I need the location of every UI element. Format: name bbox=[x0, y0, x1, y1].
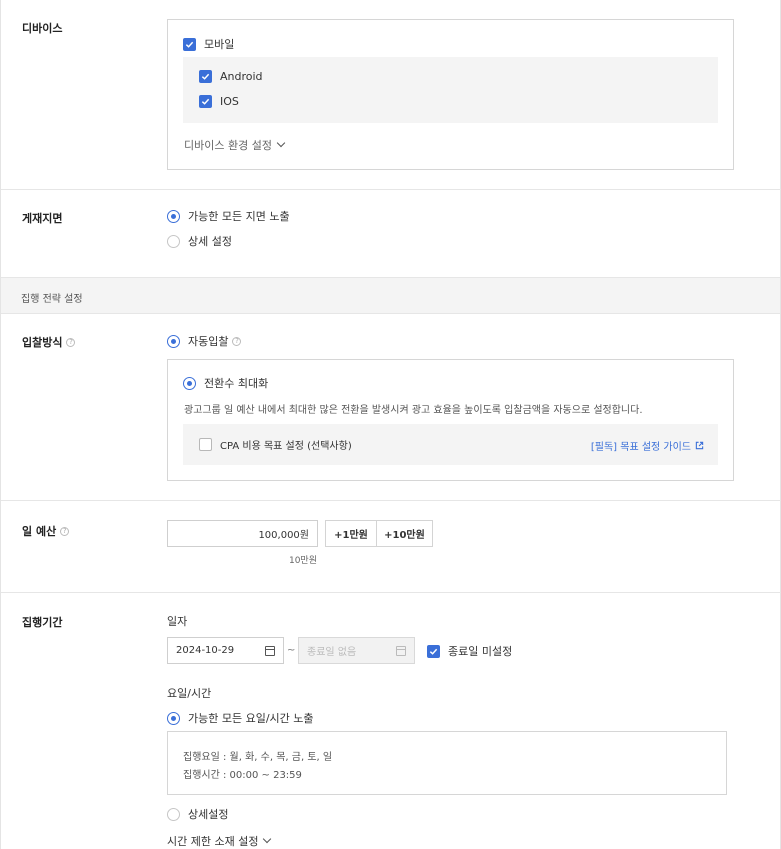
plus-10k-button[interactable]: +1만원 bbox=[325, 520, 377, 547]
checkbox-empty-icon bbox=[199, 438, 212, 451]
os-options: Android IOS bbox=[183, 57, 718, 123]
maximize-label: 전환수 최대화 bbox=[204, 377, 269, 390]
ios-label: IOS bbox=[220, 95, 239, 108]
radio-unselected-icon bbox=[167, 234, 180, 248]
mobile-label: 모바일 bbox=[204, 38, 235, 51]
bidding-description: 광고그룹 일 예산 내에서 최대한 많은 전환을 발생시켜 광고 효율을 높이도… bbox=[184, 405, 643, 416]
budget-input[interactable]: 100,000원 bbox=[167, 520, 318, 547]
radio-selected-icon bbox=[167, 711, 180, 725]
cpa-checkbox[interactable]: CPA 비용 목표 설정 (선택사항) bbox=[199, 437, 352, 452]
android-checkbox[interactable]: Android bbox=[199, 70, 263, 83]
radio-selected-icon bbox=[167, 334, 180, 348]
schedule-summary-box: 집행요일 : 월, 화, 수, 목, 금, 토, 일 집행시간 : 00:00 … bbox=[167, 731, 727, 795]
calendar-icon[interactable] bbox=[265, 646, 275, 656]
date-separator: ~ bbox=[287, 645, 296, 656]
android-label: Android bbox=[220, 70, 263, 83]
strategy-section-header: 집행 전략 설정 bbox=[1, 277, 780, 314]
schedule-detail-label: 상세설정 bbox=[188, 808, 229, 821]
schedule-detail-radio[interactable]: 상세설정 bbox=[167, 806, 228, 822]
cpa-label: CPA 비용 목표 설정 (선택사항) bbox=[220, 441, 352, 452]
cpa-band: CPA 비용 목표 설정 (선택사항) [필독] 목표 설정 가이드 bbox=[183, 424, 718, 465]
auto-bid-label: 자동입찰 bbox=[188, 335, 229, 348]
schedule-days: 집행요일 : 월, 화, 수, 목, 금, 토, 일 bbox=[183, 752, 333, 763]
end-date-input[interactable]: 종료일 없음 bbox=[298, 637, 415, 664]
radio-selected-icon bbox=[183, 376, 196, 390]
auto-bid-radio[interactable]: 자동입찰 ? bbox=[167, 333, 242, 349]
check-icon bbox=[199, 70, 212, 83]
placement-detail-radio[interactable]: 상세 설정 bbox=[167, 233, 232, 249]
placement-all-label: 가능한 모든 지면 노출 bbox=[188, 210, 290, 223]
schedule-all-radio[interactable]: 가능한 모든 요일/시간 노출 bbox=[167, 710, 314, 726]
mobile-checkbox[interactable]: 모바일 bbox=[183, 36, 234, 52]
divider bbox=[1, 189, 781, 190]
help-icon[interactable]: ? bbox=[232, 336, 242, 346]
placement-label: 게재지면 bbox=[22, 212, 63, 225]
date-label: 일자 bbox=[167, 615, 188, 628]
check-icon bbox=[199, 95, 212, 108]
device-env-label: 디바이스 환경 설정 bbox=[184, 139, 272, 152]
bidding-label: 입찰방식 ? bbox=[22, 334, 76, 350]
budget-hint: 10만원 bbox=[288, 556, 317, 566]
bidding-box: 전환수 최대화 광고그룹 일 예산 내에서 최대한 많은 전환을 발생시켜 광고… bbox=[167, 359, 734, 481]
placement-all-radio[interactable]: 가능한 모든 지면 노출 bbox=[167, 208, 290, 224]
chevron-down-icon bbox=[263, 834, 272, 844]
settings-panel: 디바이스 모바일 Android IOS 디바이스 환경 설정 게재지면 가능한… bbox=[0, 0, 781, 849]
budget-value: 100,000원 bbox=[258, 530, 309, 541]
strategy-section-title: 집행 전략 설정 bbox=[21, 294, 83, 305]
end-date-placeholder: 종료일 없음 bbox=[307, 647, 357, 658]
period-label: 집행기간 bbox=[22, 616, 63, 629]
device-label: 디바이스 bbox=[22, 22, 63, 35]
placement-detail-label: 상세 설정 bbox=[188, 235, 232, 248]
plus-100k-button[interactable]: +10만원 bbox=[376, 520, 433, 547]
maximize-radio[interactable]: 전환수 최대화 bbox=[183, 375, 268, 391]
dow-label: 요일/시간 bbox=[167, 687, 212, 700]
no-end-date-checkbox[interactable]: 종료일 미설정 bbox=[427, 643, 512, 659]
ios-checkbox[interactable]: IOS bbox=[199, 95, 239, 108]
device-box: 모바일 Android IOS 디바이스 환경 설정 bbox=[167, 19, 734, 170]
check-icon bbox=[427, 644, 440, 658]
radio-unselected-icon bbox=[167, 807, 180, 821]
external-link-icon bbox=[695, 441, 704, 450]
guide-link[interactable]: [필독] 목표 설정 가이드 bbox=[591, 438, 704, 453]
calendar-icon[interactable] bbox=[396, 646, 406, 656]
guide-link-label: [필독] 목표 설정 가이드 bbox=[590, 442, 691, 453]
start-date-value: 2024-10-29 bbox=[176, 645, 235, 656]
chevron-down-icon bbox=[276, 138, 286, 148]
no-end-date-label: 종료일 미설정 bbox=[448, 645, 513, 658]
divider bbox=[1, 592, 781, 593]
check-icon bbox=[183, 37, 196, 51]
start-date-input[interactable]: 2024-10-29 bbox=[167, 637, 284, 664]
help-icon[interactable]: ? bbox=[66, 337, 76, 347]
budget-label: 일 예산 ? bbox=[22, 523, 70, 539]
device-env-toggle[interactable]: 디바이스 환경 설정 bbox=[184, 137, 286, 153]
time-limit-label: 시간 제한 소재 설정 bbox=[167, 835, 259, 848]
radio-selected-icon bbox=[167, 209, 180, 223]
schedule-time: 집행시간 : 00:00 ~ 23:59 bbox=[183, 770, 302, 781]
divider bbox=[1, 500, 781, 501]
time-limit-toggle[interactable]: 시간 제한 소재 설정 bbox=[167, 833, 272, 849]
help-icon[interactable]: ? bbox=[60, 526, 70, 536]
schedule-all-label: 가능한 모든 요일/시간 노출 bbox=[188, 712, 314, 725]
